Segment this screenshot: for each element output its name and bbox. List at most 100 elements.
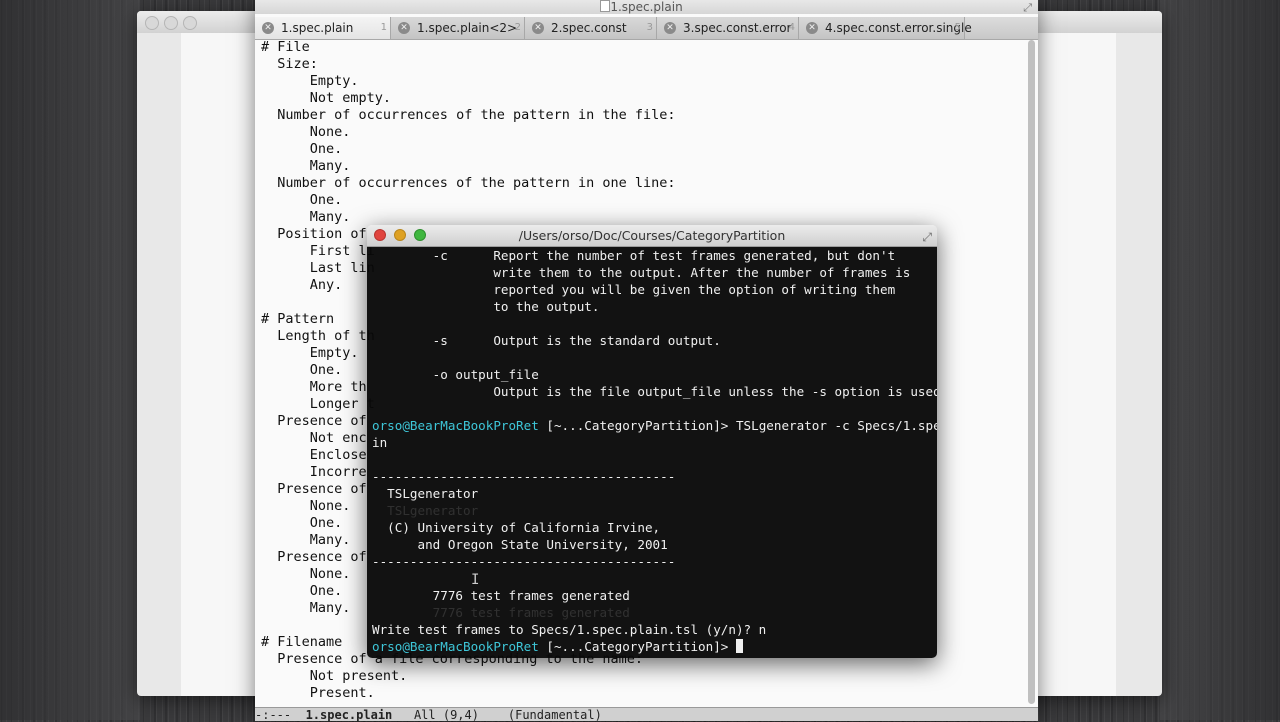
editor-line: Number of occurrences of the pattern in …: [261, 107, 676, 123]
editor-line: Empty.: [261, 345, 359, 361]
document-icon: [599, 0, 611, 12]
editor-line: Any.: [261, 277, 343, 293]
editor-line: None.: [261, 498, 351, 514]
tab-label: 3.spec.const.error: [683, 21, 792, 35]
terminal-help-line: -s Output is the standard output.: [372, 333, 721, 348]
terminal-help-line: Output is the file output_file unless th…: [372, 384, 937, 399]
banner-title: TSLgenerator: [372, 486, 479, 501]
zoom-light-icon: [183, 16, 197, 30]
prompt-line-2: orso@BearMacBookProRet [~...CategoryPart…: [372, 638, 743, 655]
terminal-help-line: write them to the output. After the numb…: [372, 265, 911, 280]
tab-1-spec-plain-2[interactable]: ✕ 1.spec.plain<2> 2: [391, 17, 525, 39]
editor-line: Not present.: [261, 668, 408, 684]
terminal-output[interactable]: Output is the file output_file unless th…: [367, 247, 937, 658]
close-tab-icon[interactable]: ✕: [664, 22, 676, 34]
terminal-help-line: reported you will be given the option of…: [372, 282, 896, 297]
tab-label: 2.spec.const: [551, 21, 627, 35]
editor-line: Presence of: [261, 481, 367, 497]
terminal-window: /Users/orso/Doc/Courses/CategoryPartitio…: [367, 225, 937, 658]
editor-line: # Pattern: [261, 311, 335, 327]
minimize-light-icon: [164, 16, 178, 30]
command-wrap: in: [372, 435, 388, 450]
emacs-titlebar: 1.spec.plain ⤢: [255, 0, 1038, 14]
window-title: 1.spec.plain: [610, 0, 683, 14]
tab-1-spec-plain[interactable]: ✕ 1.spec.plain 1: [255, 17, 391, 39]
close-tab-icon[interactable]: ✕: [806, 22, 818, 34]
editor-line: Incorre: [261, 464, 367, 480]
terminal-help-line: -c Report the number of test frames gene…: [372, 248, 896, 263]
text-cursor: [735, 639, 743, 653]
prompt-path: [~...CategoryPartition]>: [538, 418, 736, 433]
fullscreen-icon[interactable]: ⤢: [1023, 1, 1032, 15]
editor-line: Number of occurrences of the pattern in …: [261, 175, 676, 191]
tab-label: 1.spec.plain<2>: [417, 21, 518, 35]
tab-2-spec-const[interactable]: ✕ 2.spec.const 3: [525, 17, 657, 39]
editor-line: Many.: [261, 532, 351, 548]
tab-label: 1.spec.plain: [281, 21, 354, 35]
tab-number: 1: [380, 22, 387, 33]
editor-line: Presence of: [261, 549, 367, 565]
minimize-button-icon[interactable]: [394, 229, 406, 241]
editor-line: Many.: [261, 600, 351, 616]
editor-line: None.: [261, 566, 351, 582]
editor-line: First li: [261, 243, 375, 259]
tab-number: 3: [646, 22, 653, 33]
tab-number: 5: [954, 22, 961, 33]
ibeam-cursor-icon: I: [471, 572, 480, 588]
editor-line: One.: [261, 515, 343, 531]
separator-bottom: ----------------------------------------: [372, 554, 676, 569]
banner-title-ghost: TSLgenerator: [372, 503, 479, 518]
mode-line: -:--- 1.spec.plain All (9,4) (Fundamenta…: [255, 707, 1038, 722]
editor-line: Present.: [261, 685, 375, 701]
fullscreen-icon[interactable]: ⤢: [922, 227, 932, 248]
vertical-scrollbar[interactable]: [1028, 40, 1035, 704]
editor-line: Presence of: [261, 413, 367, 429]
frames-generated-ghost: 7776 test frames generated: [372, 605, 630, 620]
zoom-button-icon[interactable]: [414, 229, 426, 241]
editor-line: None.: [261, 124, 351, 140]
editor-line: Not enc: [261, 430, 367, 446]
terminal-titlebar: /Users/orso/Doc/Courses/CategoryPartitio…: [367, 225, 937, 247]
frames-generated: 7776 test frames generated: [372, 588, 630, 603]
terminal-help-line: -o output_file: [372, 367, 539, 382]
banner-copyright-2: and Oregon State University, 2001: [372, 537, 668, 552]
close-tab-icon[interactable]: ✕: [532, 22, 544, 34]
separator-top: ----------------------------------------: [372, 469, 676, 484]
editor-line: More th: [261, 379, 367, 395]
close-tab-icon[interactable]: ✕: [262, 22, 274, 34]
close-light-icon: [145, 16, 159, 30]
editor-line: # File: [261, 39, 310, 55]
tab-3-spec-const-error[interactable]: ✕ 3.spec.const.error 4: [657, 17, 799, 39]
write-question: Write test frames to Specs/1.spec.plain.…: [372, 622, 767, 637]
prompt-line-1: orso@BearMacBookProRet [~...CategoryPart…: [372, 417, 937, 434]
desktop-background-left: [0, 0, 140, 720]
editor-line: Many.: [261, 158, 351, 174]
prompt-user: orso@BearMacBookProRet: [372, 418, 539, 433]
editor-line: One.: [261, 192, 343, 208]
tab-label: 4.spec.const.error.single: [825, 21, 972, 35]
tab-number: 2: [514, 22, 521, 33]
command-text: TSLgenerator -c Specs/1.spec.pla: [735, 418, 937, 433]
tab-4-spec-const-error-single[interactable]: ✕ 4.spec.const.error.single 5: [799, 17, 972, 39]
editor-line: Position of: [261, 226, 367, 242]
editor-line: One.: [261, 362, 343, 378]
banner-copyright-1: (C) University of California Irvine,: [372, 520, 661, 535]
editor-line: Enclose: [261, 447, 367, 463]
close-tab-icon[interactable]: ✕: [398, 22, 410, 34]
terminal-title: /Users/orso/Doc/Courses/CategoryPartitio…: [518, 228, 786, 243]
editor-line: # Filename: [261, 634, 343, 650]
editor-line: Last lin: [261, 260, 375, 276]
editor-line: Size:: [261, 56, 318, 72]
tab-number: 4: [788, 22, 795, 33]
tab-bar: ✕ 1.spec.plain 1 ✕ 1.spec.plain<2> 2 ✕ 2…: [255, 17, 1038, 40]
prompt-user: orso@BearMacBookProRet: [372, 639, 539, 654]
desktop-background-right: [1160, 0, 1280, 720]
editor-line: One.: [261, 583, 343, 599]
editor-line: Not empty.: [261, 90, 392, 106]
editor-line: Many.: [261, 209, 351, 225]
editor-line: Longer t: [261, 396, 375, 412]
editor-line: Length of th: [261, 328, 375, 344]
close-button-icon[interactable]: [374, 229, 386, 241]
prompt-path: [~...CategoryPartition]>: [538, 639, 736, 654]
editor-line: One.: [261, 141, 343, 157]
